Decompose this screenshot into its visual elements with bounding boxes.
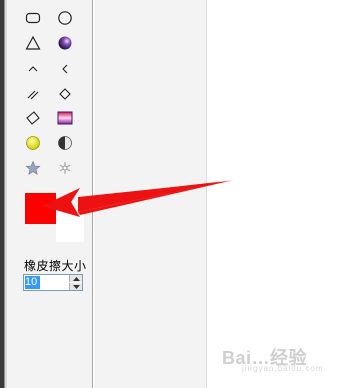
diagonal-lines-icon[interactable] (24, 85, 42, 103)
foreground-color-swatch[interactable] (25, 193, 56, 224)
triangle-up-icon (72, 276, 80, 281)
spin-down-button[interactable] (69, 283, 82, 290)
half-circle-icon[interactable] (56, 134, 74, 152)
caret-up-icon[interactable] (24, 60, 42, 78)
circle-icon[interactable] (56, 9, 74, 27)
eraser-size-spinner[interactable]: 10 (23, 274, 83, 291)
eraser-size-input[interactable]: 10 (25, 276, 40, 289)
triangle-icon[interactable] (24, 34, 42, 52)
diamond-tilted-icon[interactable] (24, 109, 42, 127)
triangle-down-icon (72, 284, 80, 289)
star-icon[interactable] (24, 159, 42, 177)
rounded-rectangle-icon[interactable] (24, 9, 42, 27)
window-left-border (0, 0, 7, 388)
diamond-outline-icon[interactable] (56, 85, 74, 103)
tool-panel: 橡皮擦大小 10 (7, 0, 92, 388)
snowflake-icon[interactable] (56, 159, 74, 177)
canvas-area[interactable] (94, 0, 206, 388)
canvas-edge (206, 0, 207, 388)
gradient-rectangle-icon[interactable] (56, 109, 74, 127)
watermark-logo: Bai…经验 jingyan.baidu.com (222, 348, 324, 373)
spin-up-button[interactable] (69, 275, 82, 282)
yellow-circle-icon[interactable] (24, 134, 42, 152)
eraser-size-label: 橡皮擦大小 (24, 259, 87, 273)
background-color-swatch[interactable] (56, 210, 84, 242)
sphere-icon[interactable] (56, 34, 74, 52)
chevron-left-icon[interactable] (56, 60, 74, 78)
